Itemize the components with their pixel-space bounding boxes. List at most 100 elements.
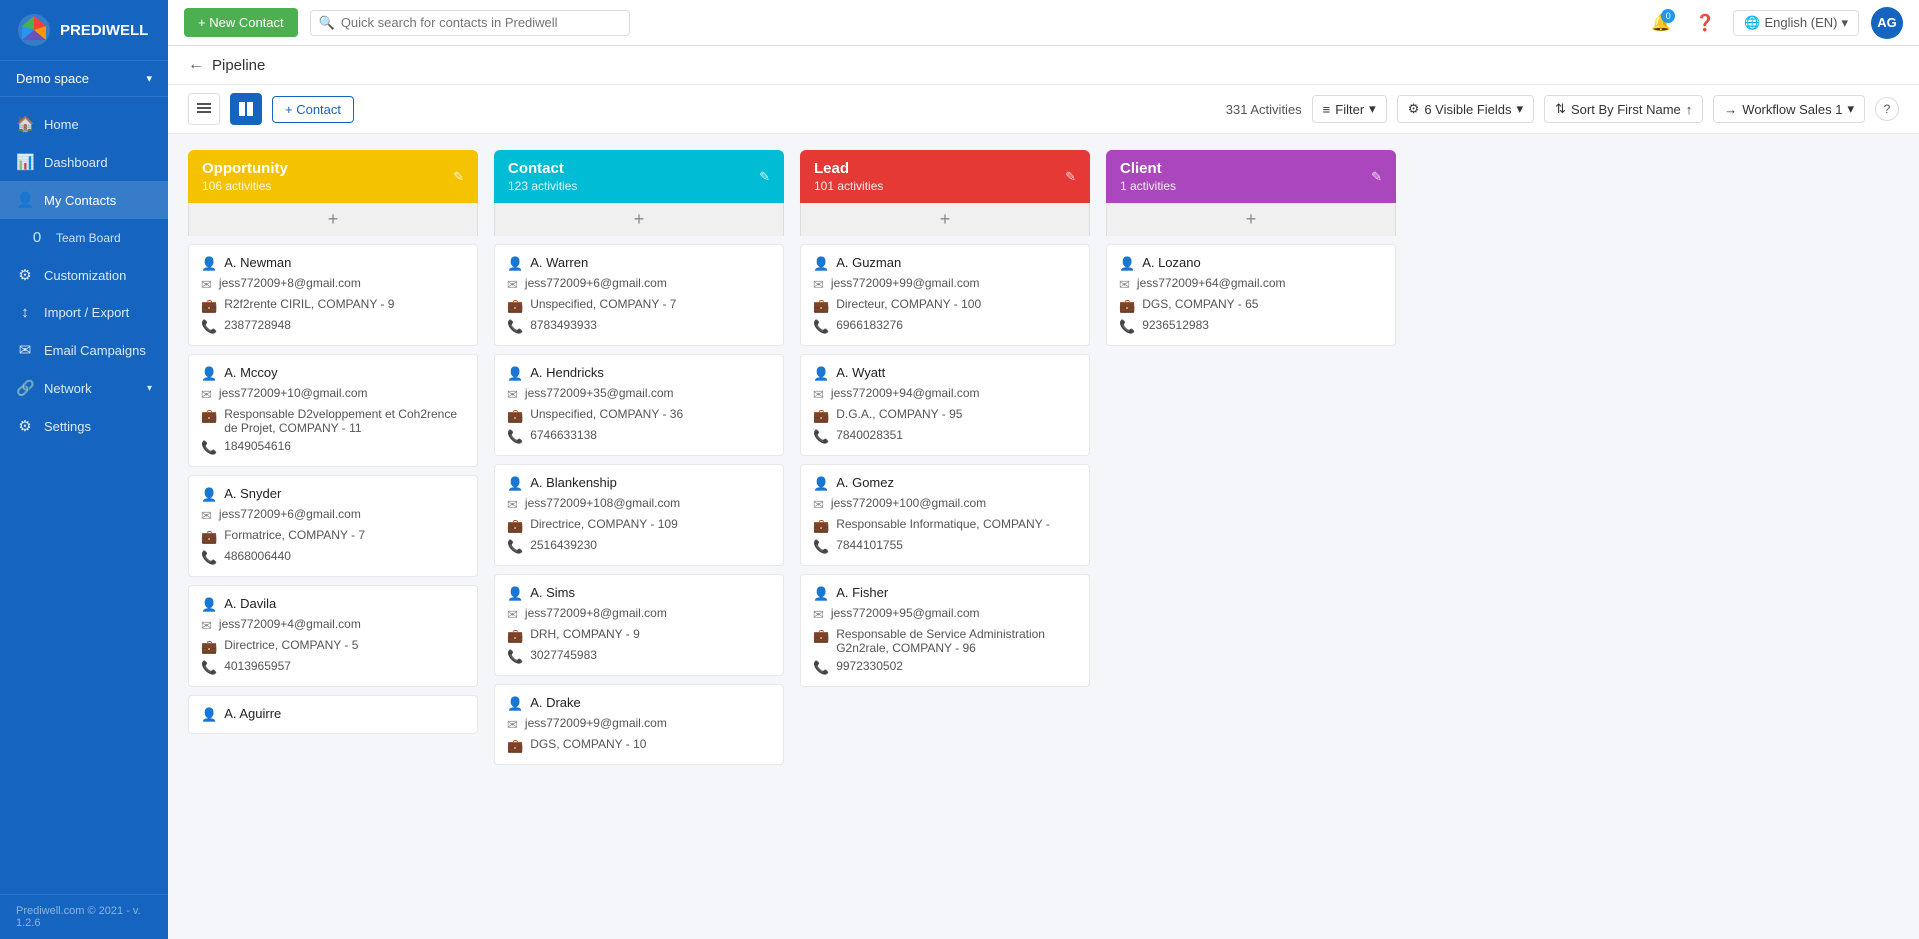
card-phone-row: 📞 4868006440 bbox=[201, 549, 465, 566]
sidebar-item-my-contacts[interactable]: 👤 My Contacts bbox=[0, 181, 168, 219]
filter-button[interactable]: ≡ Filter ▾ bbox=[1312, 95, 1387, 123]
phone-icon: 📞 bbox=[507, 429, 523, 445]
notification-button[interactable]: 🔔 0 bbox=[1645, 7, 1677, 39]
contact-card[interactable]: 👤 A. Blankenship ✉ jess772009+108@gmail.… bbox=[494, 464, 784, 566]
contact-card[interactable]: 👤 A. Gomez ✉ jess772009+100@gmail.com 💼 … bbox=[800, 464, 1090, 566]
card-email: jess772009+64@gmail.com bbox=[1137, 276, 1286, 290]
column-edit-icon-client[interactable]: ✎ bbox=[1371, 169, 1382, 185]
sidebar-item-customization[interactable]: ⚙ Customization bbox=[0, 256, 168, 294]
card-company: Formatrice, COMPANY - 7 bbox=[224, 528, 365, 542]
chevron-down-icon: ▾ bbox=[146, 72, 152, 85]
contact-card[interactable]: 👤 A. Mccoy ✉ jess772009+10@gmail.com 💼 R… bbox=[188, 354, 478, 467]
card-email: jess772009+95@gmail.com bbox=[831, 606, 980, 620]
column-edit-icon-lead[interactable]: ✎ bbox=[1065, 169, 1076, 185]
search-bar: 🔍 bbox=[310, 10, 630, 36]
sidebar-item-settings[interactable]: ⚙ Settings bbox=[0, 407, 168, 445]
main-content: + New Contact 🔍 🔔 0 ❓ 🌐 English (EN) ▾ A… bbox=[168, 0, 1919, 939]
sidebar-item-team-board[interactable]: 0 Team Board bbox=[0, 219, 168, 256]
home-icon: 🏠 bbox=[16, 115, 34, 133]
person-icon: 👤 bbox=[507, 696, 523, 712]
briefcase-icon: 💼 bbox=[813, 408, 829, 424]
contact-card[interactable]: 👤 A. Hendricks ✉ jess772009+35@gmail.com… bbox=[494, 354, 784, 456]
sidebar-item-import-export[interactable]: ↕ Import / Export bbox=[0, 294, 168, 331]
contact-card[interactable]: 👤 A. Davila ✉ jess772009+4@gmail.com 💼 D… bbox=[188, 585, 478, 687]
card-company: Directrice, COMPANY - 109 bbox=[530, 517, 678, 531]
briefcase-icon: 💼 bbox=[201, 529, 217, 545]
phone-icon: 📞 bbox=[813, 539, 829, 555]
briefcase-icon: 💼 bbox=[813, 298, 829, 314]
column-edit-icon-contact[interactable]: ✎ bbox=[759, 169, 770, 185]
card-name: A. Guzman bbox=[836, 255, 901, 270]
contact-card[interactable]: 👤 A. Snyder ✉ jess772009+6@gmail.com 💼 F… bbox=[188, 475, 478, 577]
briefcase-icon: 💼 bbox=[507, 298, 523, 314]
card-email: jess772009+9@gmail.com bbox=[525, 716, 667, 730]
card-email: jess772009+35@gmail.com bbox=[525, 386, 674, 400]
contact-card[interactable]: 👤 A. Sims ✉ jess772009+8@gmail.com 💼 DRH… bbox=[494, 574, 784, 676]
column-title-lead: Lead bbox=[814, 160, 883, 177]
demo-space-button[interactable]: Demo space ▾ bbox=[0, 61, 168, 97]
avatar-button[interactable]: AG bbox=[1871, 7, 1903, 39]
email-icon: ✉ bbox=[201, 508, 212, 524]
contact-card[interactable]: 👤 A. Guzman ✉ jess772009+99@gmail.com 💼 … bbox=[800, 244, 1090, 346]
new-contact-button[interactable]: + New Contact bbox=[184, 8, 298, 37]
visible-fields-button[interactable]: ⚙ 6 Visible Fields ▾ bbox=[1397, 95, 1534, 123]
column-add-contact[interactable]: + bbox=[494, 203, 784, 236]
card-phone-row: 📞 7840028351 bbox=[813, 428, 1077, 445]
search-input[interactable] bbox=[341, 15, 621, 30]
sidebar-item-email-campaigns-label: Email Campaigns bbox=[44, 343, 146, 358]
topbar: + New Contact 🔍 🔔 0 ❓ 🌐 English (EN) ▾ A… bbox=[168, 0, 1919, 46]
add-contact-button[interactable]: + Contact bbox=[272, 96, 354, 123]
card-company-row: 💼 Responsable D2veloppement et Coh2rence… bbox=[201, 407, 465, 435]
card-company: DRH, COMPANY - 9 bbox=[530, 627, 640, 641]
board-help-button[interactable]: ? bbox=[1875, 97, 1899, 121]
contact-card[interactable]: 👤 A. Wyatt ✉ jess772009+94@gmail.com 💼 D… bbox=[800, 354, 1090, 456]
back-button[interactable]: ← bbox=[188, 56, 204, 74]
sidebar-item-my-contacts-label: My Contacts bbox=[44, 193, 116, 208]
card-phone-row: 📞 3027745983 bbox=[507, 648, 771, 665]
sidebar-item-network[interactable]: 🔗 Network ▾ bbox=[0, 369, 168, 407]
person-icon: 👤 bbox=[201, 597, 217, 613]
email-icon: ✉ bbox=[507, 497, 518, 513]
card-company: Unspecified, COMPANY - 7 bbox=[530, 297, 676, 311]
kanban-column-lead: Lead 101 activities ✎ + 👤 A. Guzman ✉ je… bbox=[800, 150, 1090, 923]
sidebar-item-home[interactable]: 🏠 Home bbox=[0, 105, 168, 143]
chevron-down-icon-lang: ▾ bbox=[1841, 15, 1848, 31]
sidebar-item-email-campaigns[interactable]: ✉ Email Campaigns bbox=[0, 331, 168, 369]
workflow-button[interactable]: → Workflow Sales 1 ▾ bbox=[1713, 95, 1865, 123]
contact-card[interactable]: 👤 A. Aguirre bbox=[188, 695, 478, 734]
gear-icon: ⚙ bbox=[1408, 101, 1420, 117]
column-title-contact: Contact bbox=[508, 160, 577, 177]
contact-card[interactable]: 👤 A. Fisher ✉ jess772009+95@gmail.com 💼 … bbox=[800, 574, 1090, 687]
column-add-opportunity[interactable]: + bbox=[188, 203, 478, 236]
column-edit-icon-opportunity[interactable]: ✎ bbox=[453, 169, 464, 185]
column-activities-opportunity: 106 activities bbox=[202, 179, 288, 193]
card-name: A. Lozano bbox=[1142, 255, 1201, 270]
briefcase-icon: 💼 bbox=[507, 738, 523, 754]
list-view-button[interactable] bbox=[188, 93, 220, 125]
card-email-row: ✉ jess772009+8@gmail.com bbox=[507, 606, 771, 623]
contacts-icon: 👤 bbox=[16, 191, 34, 209]
card-name: A. Newman bbox=[224, 255, 291, 270]
sort-arrow-icon: ↑ bbox=[1686, 102, 1693, 117]
contact-card[interactable]: 👤 A. Drake ✉ jess772009+9@gmail.com 💼 DG… bbox=[494, 684, 784, 765]
card-email-row: ✉ jess772009+35@gmail.com bbox=[507, 386, 771, 403]
column-add-lead[interactable]: + bbox=[800, 203, 1090, 236]
board-view-button[interactable] bbox=[230, 93, 262, 125]
language-button[interactable]: 🌐 English (EN) ▾ bbox=[1733, 10, 1859, 36]
chevron-down-icon-network: ▾ bbox=[147, 383, 152, 394]
card-name-row: 👤 A. Guzman bbox=[813, 255, 1077, 272]
column-header-client: Client 1 activities ✎ bbox=[1106, 150, 1396, 203]
card-name-row: 👤 A. Blankenship bbox=[507, 475, 771, 492]
card-name-row: 👤 A. Davila bbox=[201, 596, 465, 613]
sort-button[interactable]: ⇅ Sort By First Name ↑ bbox=[1544, 95, 1703, 123]
column-add-client[interactable]: + bbox=[1106, 203, 1396, 236]
contact-card[interactable]: 👤 A. Newman ✉ jess772009+8@gmail.com 💼 R… bbox=[188, 244, 478, 346]
help-button[interactable]: ❓ bbox=[1689, 7, 1721, 39]
card-name: A. Fisher bbox=[836, 585, 888, 600]
contact-card[interactable]: 👤 A. Warren ✉ jess772009+6@gmail.com 💼 U… bbox=[494, 244, 784, 346]
phone-icon: 📞 bbox=[507, 649, 523, 665]
contact-card[interactable]: 👤 A. Lozano ✉ jess772009+64@gmail.com 💼 … bbox=[1106, 244, 1396, 346]
card-name: A. Sims bbox=[530, 585, 575, 600]
sidebar-item-dashboard[interactable]: 📊 Dashboard bbox=[0, 143, 168, 181]
demo-space-label: Demo space bbox=[16, 71, 89, 86]
